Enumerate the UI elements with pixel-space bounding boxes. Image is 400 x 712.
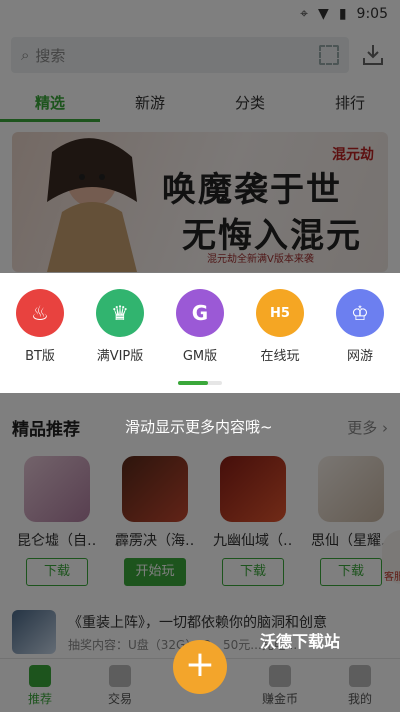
nav-trade[interactable]: 交易	[80, 659, 160, 712]
news-thumbnail	[12, 610, 56, 654]
coin-icon	[269, 664, 291, 687]
wifi-icon: ▼	[318, 6, 329, 22]
tab-indicator	[0, 119, 100, 122]
game-card[interactable]: 思仙（星耀… 下载	[311, 456, 391, 586]
game-name: 霹雳决（海…	[115, 533, 195, 549]
game-list: 昆仑墟（自… 下载 霹雳决（海… 开始玩 九幽仙域（… 下载 思仙（星耀… 下载	[0, 456, 400, 586]
swipe-hint: 滑动显示更多内容哦~	[125, 418, 273, 436]
user-icon	[349, 664, 371, 687]
status-bar: ⌖ ▼ ▮ 9:05	[0, 0, 400, 28]
play-button[interactable]: 开始玩	[124, 558, 186, 586]
banner-logo: 混元劫	[332, 147, 374, 163]
battery-icon: ▮	[338, 6, 347, 22]
game-icon[interactable]	[318, 456, 384, 522]
category-vip[interactable]: ♛ 满VIP版	[90, 289, 150, 364]
tab-new-games[interactable]: 新游	[100, 84, 200, 122]
game-icon[interactable]	[220, 456, 286, 522]
flame-icon: ♨	[16, 289, 64, 337]
tab-bar: 精选 新游 分类 排行	[0, 84, 400, 122]
banner-title-line1: 唤魔袭于世	[162, 170, 342, 210]
category-online[interactable]: H5 在线玩	[250, 289, 310, 364]
character-illustration	[47, 138, 137, 272]
category-gm[interactable]: G GM版	[170, 289, 230, 364]
add-button[interactable]: +	[173, 640, 227, 694]
download-button[interactable]: 下载	[26, 558, 88, 586]
promo-banner[interactable]: 混元劫 唤魔袭于世 无悔入混元 混元劫全新满V版本来袭	[12, 132, 388, 272]
status-time: 9:05	[356, 6, 388, 22]
nav-recommend[interactable]: 推荐	[0, 659, 80, 712]
game-card[interactable]: 昆仑墟（自… 下载	[17, 456, 97, 586]
tab-rankings[interactable]: 排行	[300, 84, 400, 122]
tab-featured[interactable]: 精选	[0, 84, 100, 122]
watermark: 沃德下载站	[260, 632, 341, 651]
game-card[interactable]: 霹雳决（海… 开始玩	[115, 456, 195, 586]
download-button[interactable]: 下载	[320, 558, 382, 586]
home-icon	[29, 664, 51, 687]
game-name: 九幽仙域（…	[213, 533, 293, 549]
category-panel: ♨ BT版 ♛ 满VIP版 G GM版 H5 在线玩 ♔ 网游	[0, 273, 400, 393]
h5-icon: H5	[256, 289, 304, 337]
chevron-right-icon: ›	[382, 418, 388, 437]
nav-earn-coins[interactable]: 赚金币	[240, 659, 320, 712]
category-netgame[interactable]: ♔ 网游	[330, 289, 390, 364]
game-icon[interactable]	[122, 456, 188, 522]
game-name: 昆仑墟（自…	[17, 533, 97, 549]
download-button[interactable]: 下载	[222, 558, 284, 586]
banner-subtitle: 混元劫全新满V版本来袭	[207, 254, 314, 265]
scan-icon[interactable]	[319, 45, 339, 65]
app-screen: ⌖ ▼ ▮ 9:05 ⌕ 搜索 精选 新游 分类 排行 混元劫 唤魔袭于世 无悔…	[0, 0, 400, 712]
search-placeholder: 搜索	[35, 46, 66, 65]
more-link[interactable]: 更多 ›	[347, 417, 388, 438]
game-name: 思仙（星耀…	[311, 533, 391, 549]
floating-service-badge[interactable]: 客服	[382, 530, 400, 584]
game-icon[interactable]	[24, 456, 90, 522]
download-icon[interactable]	[360, 42, 386, 68]
search-input[interactable]: ⌕ 搜索	[11, 37, 349, 73]
float-label: 客服	[384, 572, 400, 583]
exchange-icon	[109, 664, 131, 687]
location-icon: ⌖	[300, 6, 309, 22]
nav-profile[interactable]: 我的	[320, 659, 400, 712]
page-indicator	[178, 381, 222, 385]
search-icon: ⌕	[21, 46, 30, 64]
section-title: 精品推荐	[12, 419, 80, 440]
star-crown-icon: ♔	[336, 289, 384, 337]
tab-categories[interactable]: 分类	[200, 84, 300, 122]
category-bt[interactable]: ♨ BT版	[10, 289, 70, 364]
g-icon: G	[176, 289, 224, 337]
game-card[interactable]: 九幽仙域（… 下载	[213, 456, 293, 586]
crown-icon: ♛	[96, 289, 144, 337]
